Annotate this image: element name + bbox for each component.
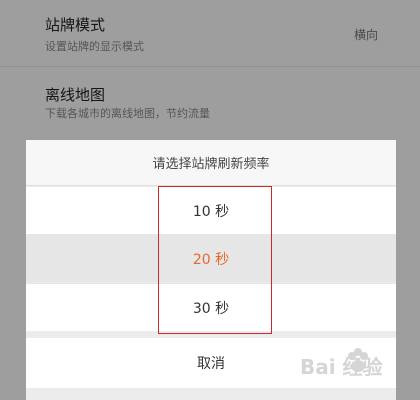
option-20s-selected[interactable]: 20 秒	[26, 235, 396, 282]
option-10s[interactable]: 10 秒	[26, 187, 396, 235]
sheet-title: 请选择站牌刷新频率	[26, 140, 396, 186]
refresh-frequency-action-sheet: 请选择站牌刷新频率 10 秒 20 秒 30 秒 取消	[26, 140, 396, 400]
screen: 站牌模式 设置站牌的显示模式 横向 离线地图 下载各城市的离线地图，节约流量 请…	[0, 0, 420, 400]
option-30s[interactable]: 30 秒	[26, 283, 396, 331]
cancel-button[interactable]: 取消	[26, 338, 396, 388]
